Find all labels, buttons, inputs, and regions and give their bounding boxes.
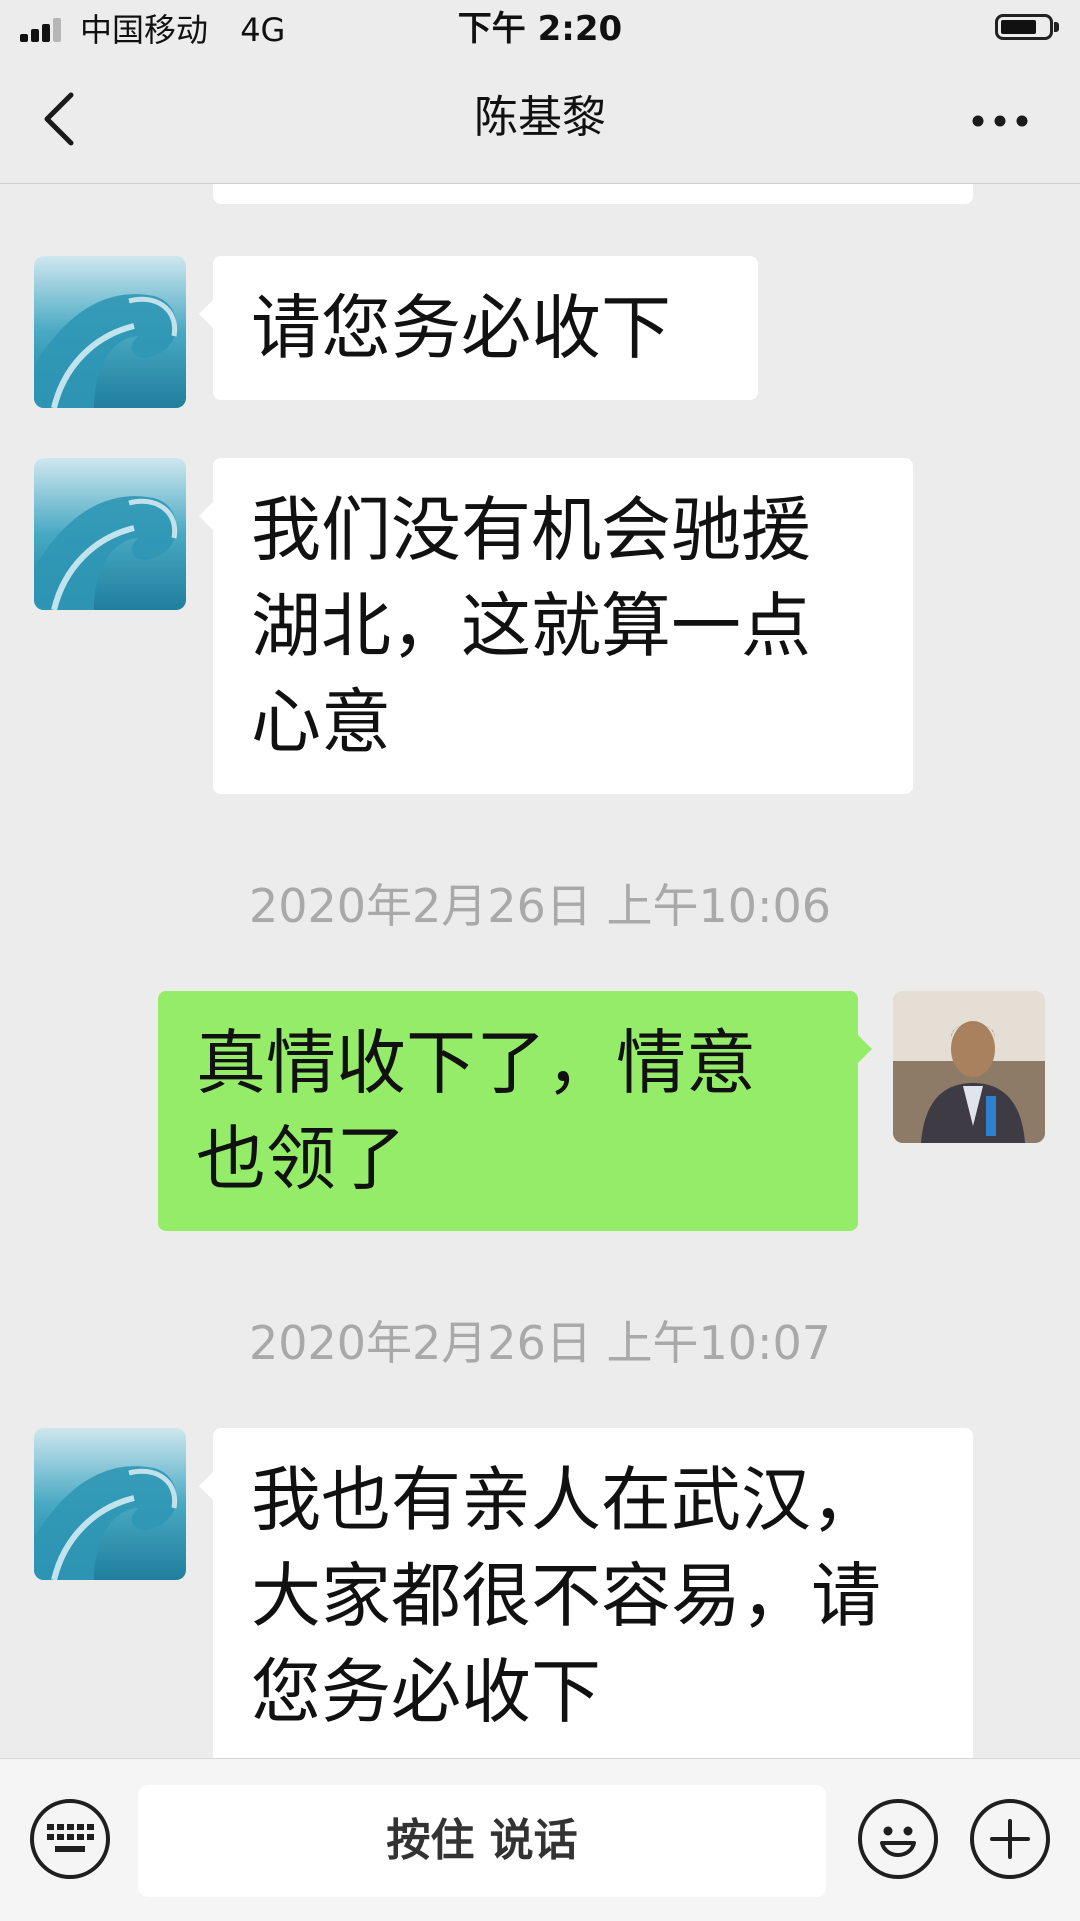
message-bubble[interactable]: 请您务必收下 — [199, 256, 758, 400]
hold-to-talk-button[interactable]: 按住 说话 — [138, 1785, 826, 1897]
contact-avatar[interactable] — [34, 1428, 186, 1580]
message-text: 真情收下了，情意也领了 — [196, 1022, 756, 1200]
input-bar: 按住 说话 — [0, 1758, 1080, 1921]
user-avatar[interactable] — [893, 991, 1045, 1143]
chat-area[interactable]: 请您务必收下 我们没有机会驰援湖北，这就算一点心意 2020年2月26日 上午1… — [0, 184, 1080, 1758]
keyboard-icon — [47, 1824, 94, 1852]
message-text: 我也有亲人在武汉，大家都很不容易，请您务必收下 — [251, 1459, 881, 1733]
contact-avatar[interactable] — [34, 458, 186, 610]
emoji-button[interactable] — [858, 1799, 938, 1879]
chevron-left-icon — [44, 92, 74, 146]
back-button[interactable] — [24, 84, 94, 154]
message-text: 请您务必收下 — [251, 287, 671, 369]
contact-avatar[interactable] — [34, 256, 186, 408]
more-actions-button[interactable] — [970, 1799, 1050, 1879]
status-time: 下午 2:20 — [457, 9, 623, 49]
more-dots-icon — [972, 115, 1028, 127]
message-timestamp: 2020年2月26日 上午10:06 — [248, 879, 832, 933]
status-bar: 中国移动 4G 下午 2:20 — [0, 0, 1080, 60]
message-text: 我们没有机会驰援湖北，这就算一点心意 — [251, 489, 811, 763]
message-bubble-self[interactable]: 真情收下了，情意也领了 — [158, 991, 872, 1231]
message-timestamp: 2020年2月26日 上午10:07 — [248, 1316, 832, 1370]
more-button[interactable] — [960, 86, 1040, 156]
battery-icon — [995, 14, 1059, 40]
plus-icon — [990, 1819, 1030, 1859]
emoji-icon — [880, 1826, 916, 1857]
message-bubble[interactable]: 我们没有机会驰援湖北，这就算一点心意 — [199, 458, 913, 794]
keyboard-toggle-button[interactable] — [30, 1799, 110, 1879]
nav-bar: 陈基黎 — [0, 60, 1080, 184]
message-bubble-partial — [213, 184, 973, 204]
message-bubble[interactable]: 我也有亲人在武汉，大家都很不容易，请您务必收下 — [199, 1428, 973, 1758]
chat-title: 陈基黎 — [474, 92, 606, 143]
